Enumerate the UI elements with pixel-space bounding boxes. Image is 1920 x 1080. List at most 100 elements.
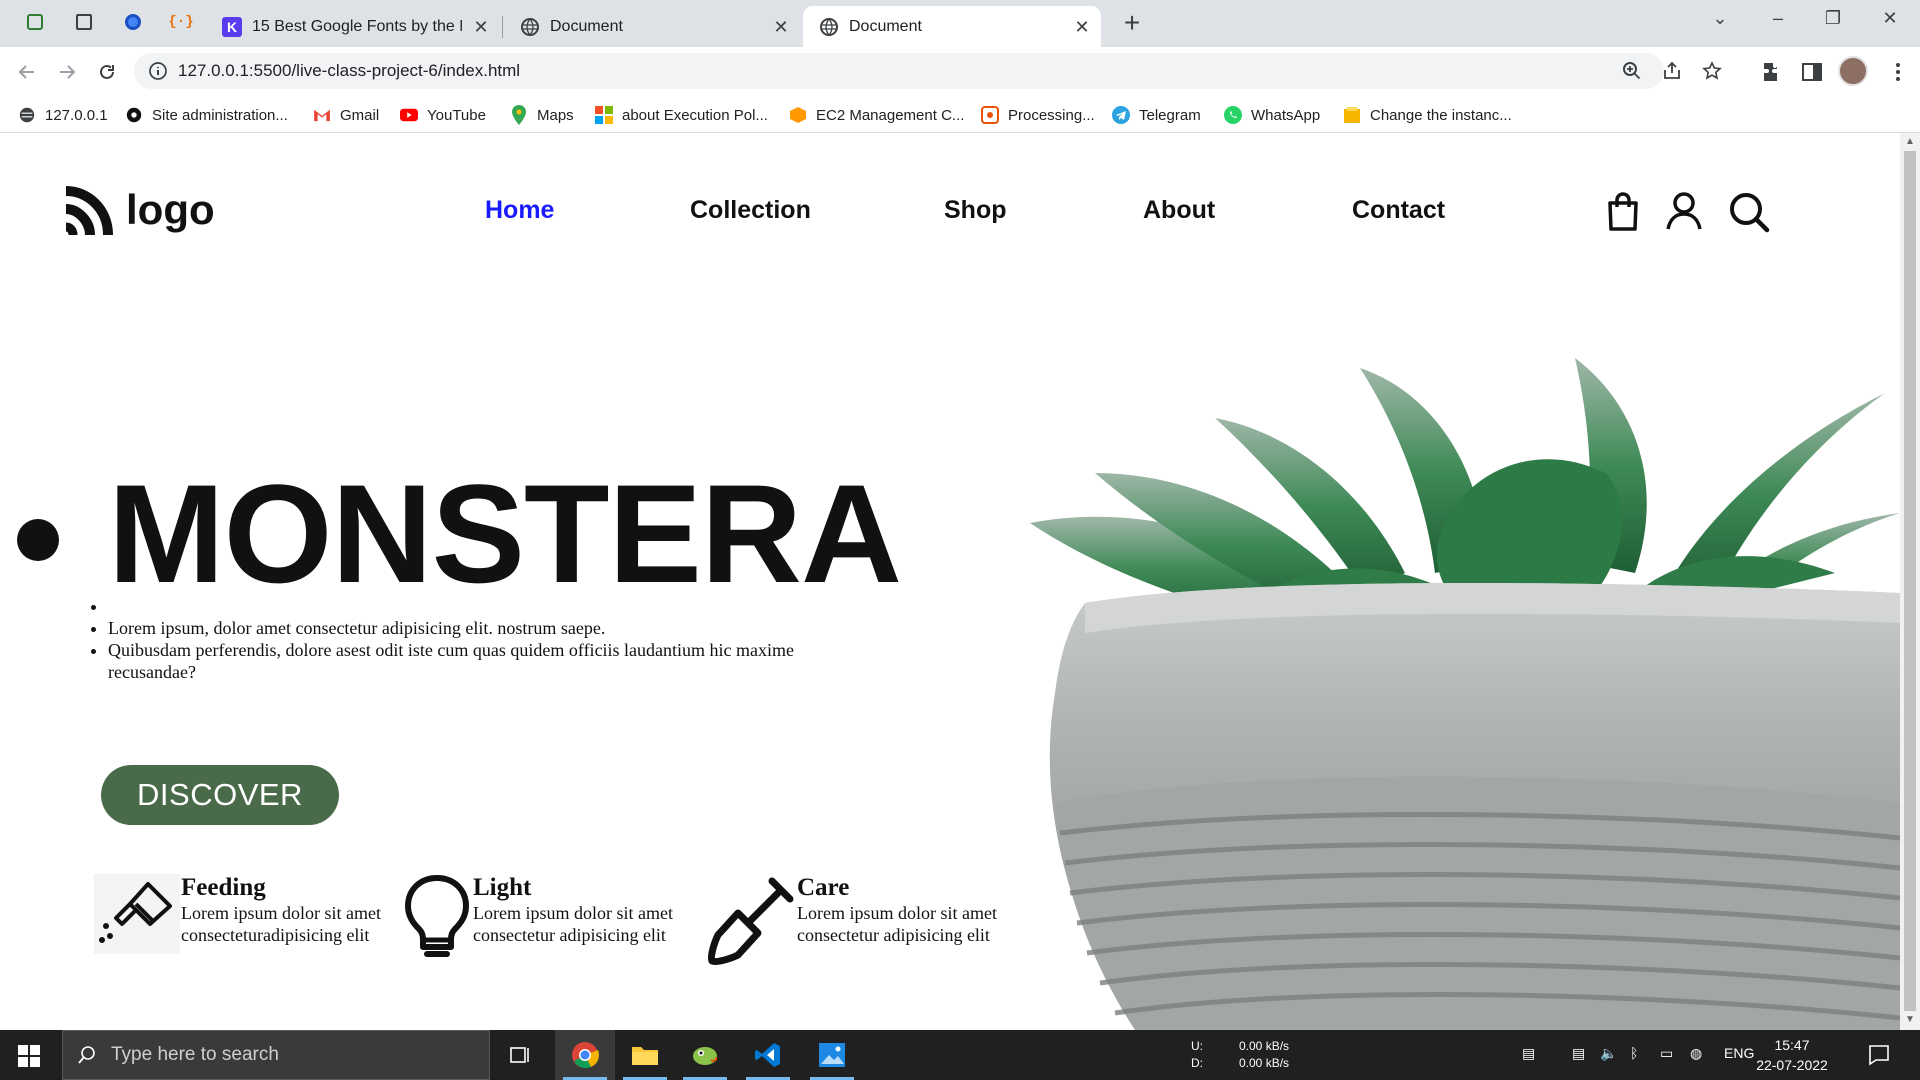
- microsoft-icon: [595, 106, 613, 124]
- scroll-up-arrow-icon[interactable]: ▲: [1905, 137, 1915, 147]
- bookmark-item[interactable]: Change the instanc...: [1343, 104, 1512, 126]
- nav-about[interactable]: About: [1143, 196, 1215, 225]
- bookmark-item[interactable]: WhatsApp: [1224, 104, 1320, 126]
- pinned-tab[interactable]: [120, 9, 146, 35]
- bookmarks-bar: 127.0.0.1 Site administration... Gmail Y…: [0, 96, 1920, 133]
- show-hidden-icons[interactable]: ▤: [1572, 1045, 1585, 1062]
- bookmark-item[interactable]: EC2 Management C...: [789, 104, 964, 126]
- search-placeholder: Type here to search: [111, 1044, 279, 1065]
- network-globe-icon[interactable]: ◍: [1690, 1045, 1702, 1062]
- logo-text: logo: [126, 186, 215, 233]
- feature-description: Lorem ipsum dolor sit amet consectetur a…: [797, 903, 997, 945]
- file-explorer-app[interactable]: [615, 1030, 675, 1080]
- pinned-tab[interactable]: [22, 9, 48, 35]
- clock-time: 15:47: [1774, 1037, 1810, 1053]
- minimize-button[interactable]: –: [1763, 8, 1793, 32]
- bookmark-label: 127.0.0.1: [45, 106, 108, 124]
- close-icon[interactable]: ✕: [472, 18, 490, 36]
- hero-content: MONSTERA Lorem ipsum, dolor amet consect…: [60, 464, 902, 683]
- web-page: logo Home Collection Shop About Contact …: [0, 133, 1900, 1030]
- lightbulb-icon: [405, 875, 469, 957]
- side-panel-icon[interactable]: [1800, 60, 1824, 84]
- tab-title: 15 Best Google Fonts by the Num: [252, 17, 462, 35]
- rss-logo-icon: [65, 186, 113, 236]
- battery-icon[interactable]: ▭: [1660, 1045, 1673, 1062]
- chrome-taskbar-app[interactable]: [555, 1030, 615, 1080]
- succulent-pot-image: [1030, 358, 1900, 1030]
- nav-contact[interactable]: Contact: [1352, 196, 1445, 225]
- discover-button[interactable]: DISCOVER: [101, 765, 339, 825]
- pinned-tab[interactable]: [71, 9, 97, 35]
- profile-avatar[interactable]: [1838, 56, 1868, 86]
- scroll-down-arrow-icon[interactable]: ▼: [1905, 1015, 1915, 1025]
- pinned-tab[interactable]: {·}: [168, 9, 194, 35]
- arrow-left-icon: [18, 65, 34, 79]
- nav-shop[interactable]: Shop: [944, 196, 1007, 225]
- window-icon: [76, 14, 92, 30]
- bookmark-item[interactable]: Processing...: [981, 104, 1095, 126]
- tab-document[interactable]: Document ✕: [504, 6, 800, 47]
- close-window-button[interactable]: ✕: [1875, 8, 1905, 32]
- taskbar-search[interactable]: Type here to search: [62, 1030, 490, 1080]
- nav-collection[interactable]: Collection: [690, 196, 811, 225]
- bookmark-item[interactable]: 127.0.0.1: [18, 104, 108, 126]
- moodle-icon: [125, 106, 143, 124]
- language-indicator[interactable]: ENG: [1724, 1045, 1754, 1061]
- info-icon[interactable]: [148, 61, 168, 81]
- new-tab-button[interactable]: +: [1119, 9, 1145, 37]
- forward-button[interactable]: [52, 57, 82, 87]
- close-icon[interactable]: ✕: [772, 18, 790, 36]
- site-logo[interactable]: logo: [62, 183, 215, 237]
- chameleon-app[interactable]: [675, 1030, 735, 1080]
- bookmark-item[interactable]: YouTube: [400, 104, 486, 126]
- browser-toolbar: 127.0.0.1:5500/live-class-project-6/inde…: [0, 47, 1920, 96]
- net-download-speed: 0.00 kB/s: [1239, 1056, 1290, 1070]
- bookmark-item[interactable]: about Execution Pol...: [595, 104, 768, 126]
- share-icon[interactable]: [1662, 61, 1682, 81]
- feature-title: Feeding: [181, 874, 266, 901]
- notification-icon[interactable]: [1868, 1044, 1890, 1066]
- zoom-icon[interactable]: [1622, 61, 1642, 81]
- nav-home[interactable]: Home: [485, 196, 554, 225]
- feature-description: Lorem ipsum dolor sit amet consecteturad…: [181, 903, 381, 945]
- bookmark-label: YouTube: [427, 106, 486, 124]
- task-view-button[interactable]: [490, 1030, 550, 1080]
- close-icon[interactable]: ✕: [1073, 18, 1091, 36]
- tab-fonts[interactable]: K 15 Best Google Fonts by the Num ✕: [206, 6, 500, 47]
- bookmark-label: Processing...: [1008, 106, 1095, 124]
- taskbar-clock[interactable]: 15:47 22-07-2022: [1752, 1035, 1832, 1075]
- restore-button[interactable]: ❐: [1818, 8, 1848, 32]
- speaker-icon[interactable]: 🔈: [1600, 1045, 1617, 1062]
- bookmark-item[interactable]: Gmail: [313, 104, 379, 126]
- diamond-icon: [125, 14, 141, 30]
- back-button[interactable]: [12, 57, 42, 87]
- shovel-icon: [708, 877, 794, 965]
- menu-icon[interactable]: [1886, 60, 1910, 84]
- bookmark-item[interactable]: Telegram: [1112, 104, 1201, 126]
- address-bar[interactable]: 127.0.0.1:5500/live-class-project-6/inde…: [134, 53, 1722, 89]
- watering-can-icon: [94, 874, 180, 954]
- feature-light: Light Lorem ipsum dolor sit amet consect…: [473, 874, 703, 946]
- tab-search-button[interactable]: ⌄: [1705, 8, 1735, 32]
- url-text: 127.0.0.1:5500/live-class-project-6/inde…: [178, 61, 521, 80]
- windows-start-icon[interactable]: [18, 1045, 40, 1067]
- vscode-app[interactable]: [738, 1030, 798, 1080]
- search-icon[interactable]: [1728, 191, 1770, 233]
- user-icon[interactable]: [1664, 191, 1704, 231]
- bluetooth-icon[interactable]: ᛒ: [1630, 1045, 1638, 1061]
- reload-button[interactable]: [92, 57, 122, 87]
- bookmark-label: WhatsApp: [1251, 106, 1321, 124]
- windows-taskbar: Type here to search U: D: 0.00 kB/s 0.00…: [0, 1030, 1920, 1080]
- page-scrollbar[interactable]: ▲ ▼: [1900, 133, 1920, 1030]
- news-icon[interactable]: ▤: [1522, 1045, 1535, 1062]
- bookmark-item[interactable]: Site administration...: [125, 104, 288, 126]
- scroll-thumb[interactable]: [1904, 151, 1916, 1011]
- photos-app[interactable]: [802, 1030, 862, 1080]
- shopping-bag-icon[interactable]: [1606, 191, 1640, 231]
- star-icon[interactable]: [1702, 61, 1722, 81]
- task-view-icon: [510, 1047, 529, 1063]
- tab-document-active[interactable]: Document ✕: [803, 6, 1101, 47]
- whatsapp-icon: [1224, 106, 1242, 124]
- extensions-icon[interactable]: [1760, 60, 1784, 84]
- bookmark-item[interactable]: Maps: [510, 104, 574, 126]
